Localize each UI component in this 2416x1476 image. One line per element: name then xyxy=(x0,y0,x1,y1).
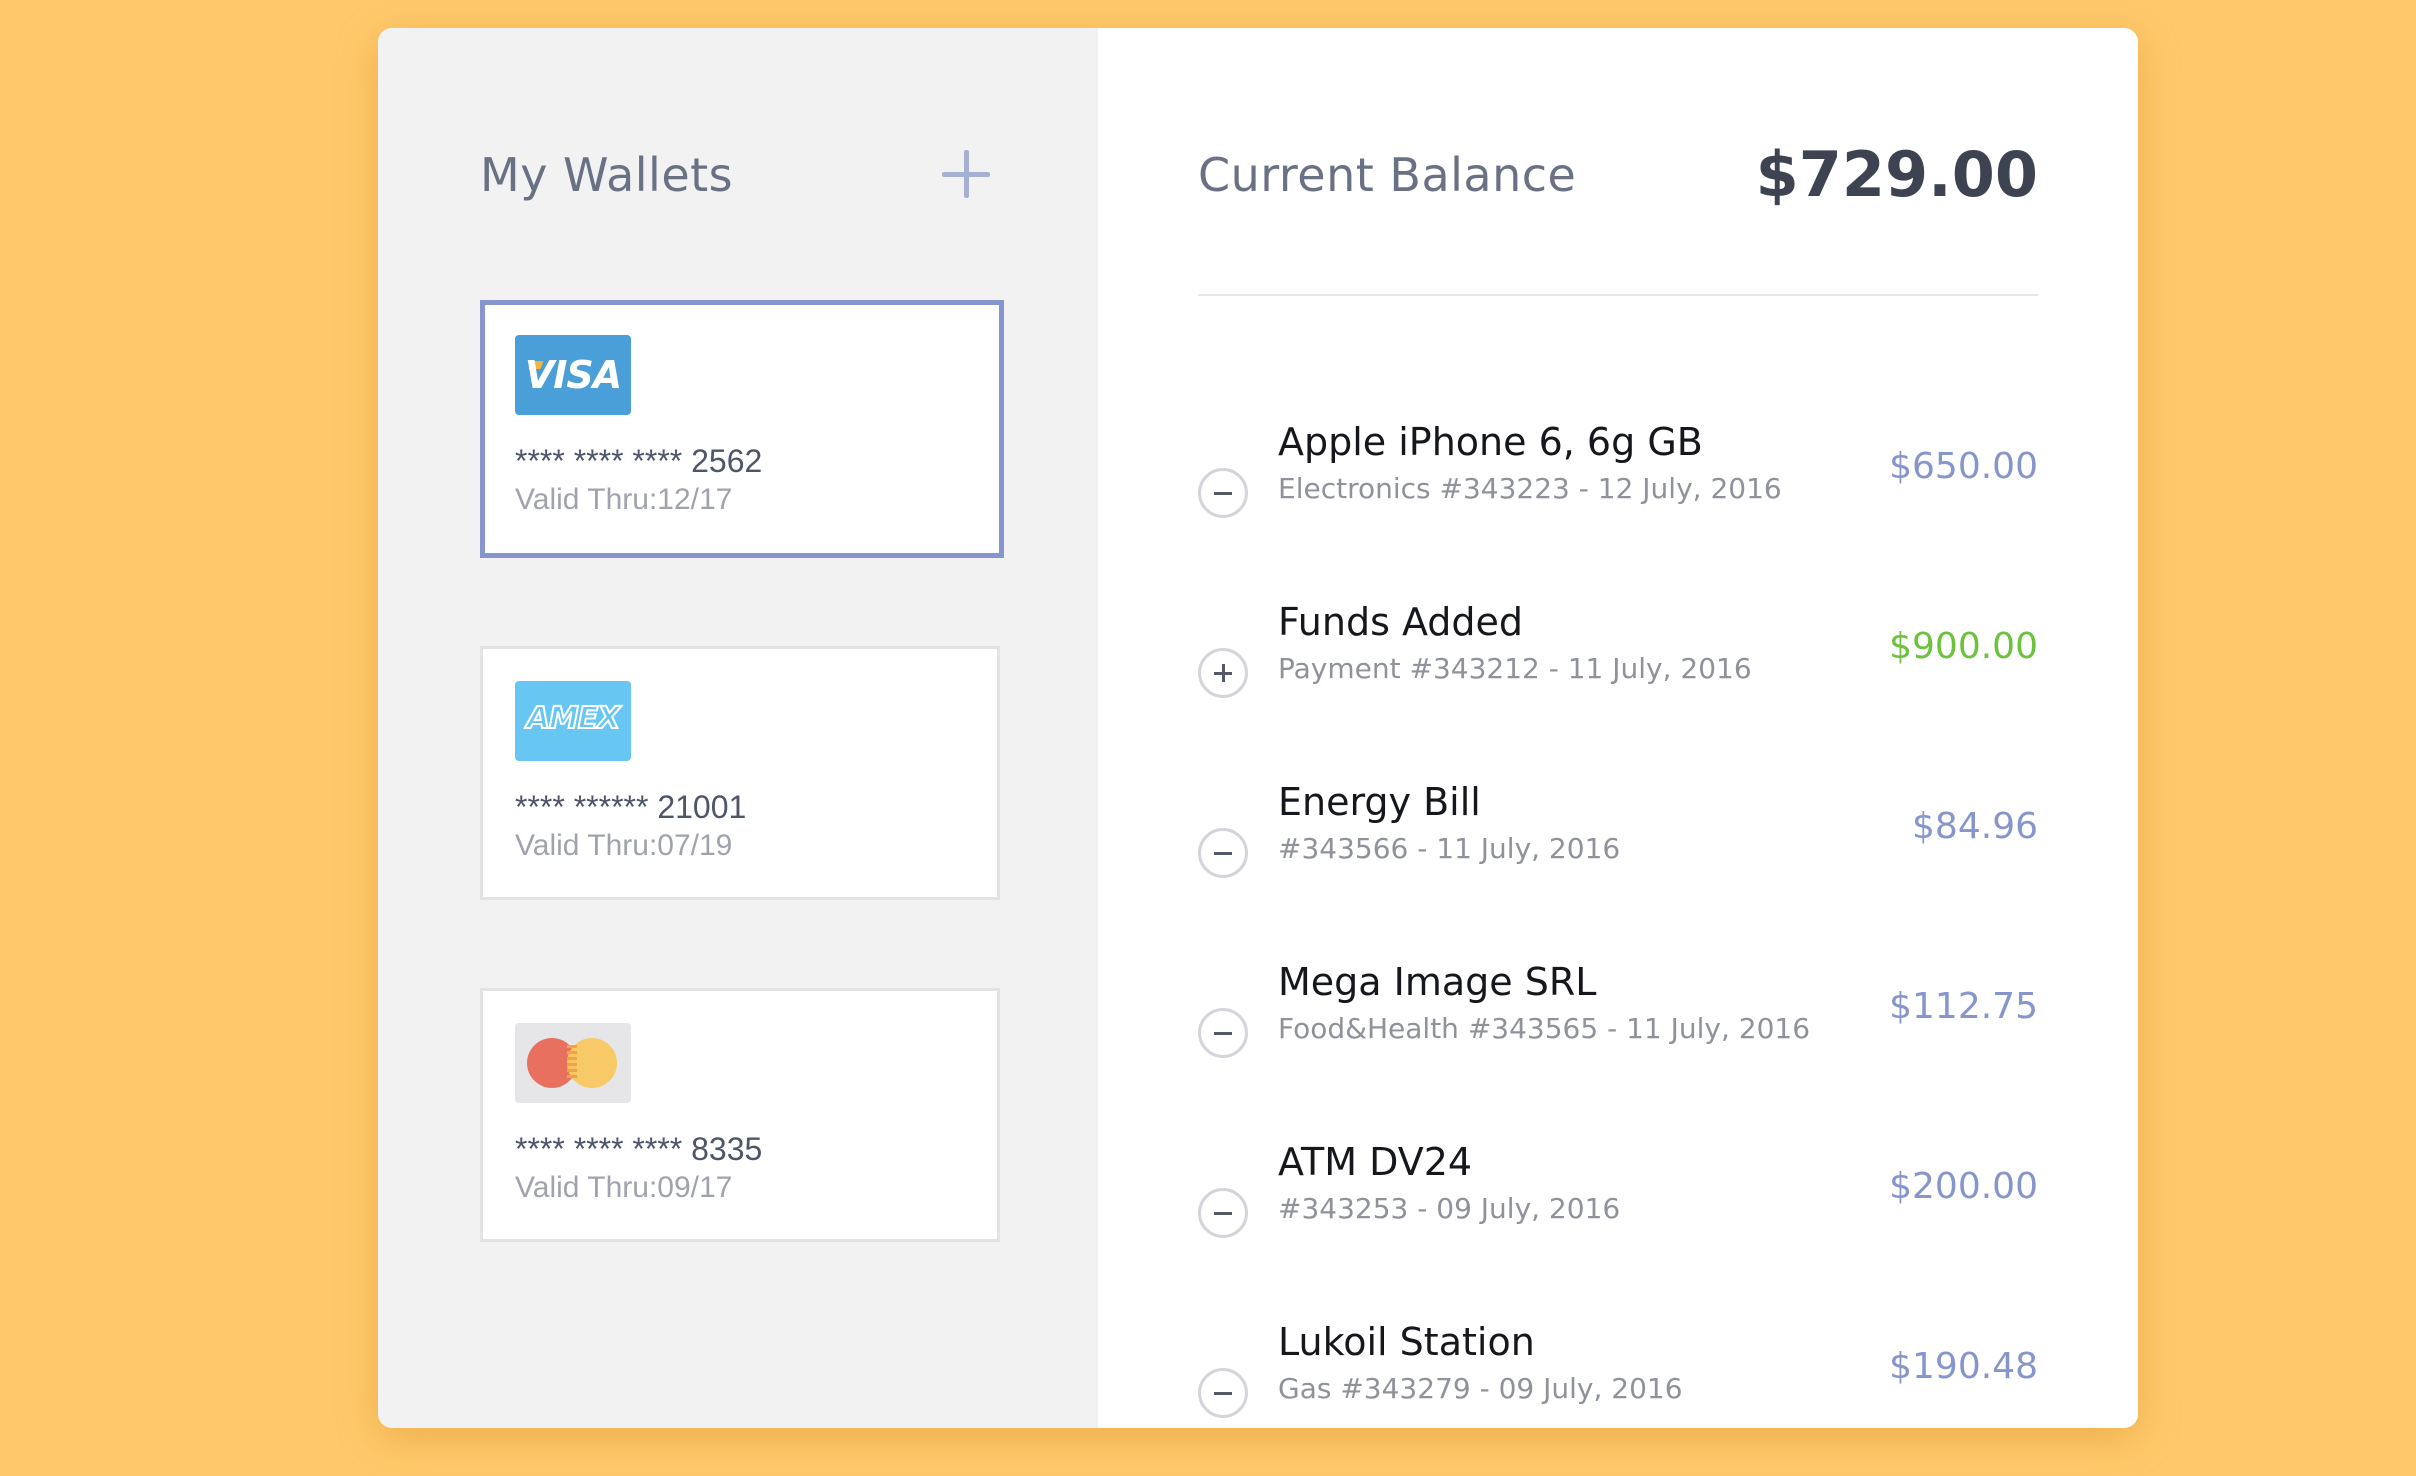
transaction-row[interactable]: Mega Image SRL Food&Health #343565 - 11 … xyxy=(1198,960,2038,1106)
balance-value: $729.00 xyxy=(1755,138,2038,211)
balance-panel: Current Balance $729.00 Apple iPhone 6, … xyxy=(1098,28,2138,1428)
wallet-card-visa[interactable]: VISA **** **** **** 2562 Valid Thru:12/1… xyxy=(480,300,1004,558)
transaction-row[interactable]: ATM DV24 #343253 - 09 July, 2016 $200.00 xyxy=(1198,1140,2038,1286)
minus-icon[interactable] xyxy=(1198,828,1248,878)
wallets-panel: My Wallets VISA **** **** **** 2562 Vali… xyxy=(378,28,1098,1428)
transaction-amount: $200.00 xyxy=(1889,1166,2038,1207)
wallets-title: My Wallets xyxy=(480,148,734,202)
transaction-title: Lukoil Station xyxy=(1278,1320,1535,1364)
minus-icon[interactable] xyxy=(1198,1188,1248,1238)
wallet-card-mastercard[interactable]: **** **** **** 8335 Valid Thru:09/17 xyxy=(480,988,1000,1242)
transaction-row[interactable]: Energy Bill #343566 - 11 July, 2016 $84.… xyxy=(1198,780,2038,926)
minus-icon[interactable] xyxy=(1198,468,1248,518)
balance-label: Current Balance xyxy=(1198,148,1577,202)
card-valid-thru: Valid Thru:12/17 xyxy=(515,483,733,516)
transaction-meta: Gas #343279 - 09 July, 2016 xyxy=(1278,1372,1683,1405)
transaction-meta: Payment #343212 - 11 July, 2016 xyxy=(1278,652,1752,685)
amex-logo-text: AMEX xyxy=(526,700,622,737)
add-wallet-plus-icon[interactable] xyxy=(938,146,994,202)
wallet-card-amex[interactable]: AMEX **** ****** 21001 Valid Thru:07/19 xyxy=(480,646,1000,900)
transaction-title: ATM DV24 xyxy=(1278,1140,1473,1184)
transaction-amount: $84.96 xyxy=(1912,806,2038,847)
card-valid-thru: Valid Thru:07/19 xyxy=(515,829,733,862)
transaction-meta: #343566 - 11 July, 2016 xyxy=(1278,832,1621,865)
card-number: **** **** **** 2562 xyxy=(515,443,763,479)
transaction-amount: $112.75 xyxy=(1889,986,2038,1027)
card-number: **** ****** 21001 xyxy=(515,789,747,825)
transaction-row[interactable]: Apple iPhone 6, 6g GB Electronics #34322… xyxy=(1198,420,2038,566)
visa-logo-text: VISA xyxy=(524,353,622,397)
transaction-title: Apple iPhone 6, 6g GB xyxy=(1278,420,1703,464)
visa-logo: VISA xyxy=(515,335,631,415)
transaction-title: Funds Added xyxy=(1278,600,1524,644)
card-number: **** **** **** 8335 xyxy=(515,1131,763,1167)
transaction-amount: $190.48 xyxy=(1889,1346,2038,1387)
wallet-app: My Wallets VISA **** **** **** 2562 Vali… xyxy=(378,28,2138,1428)
plus-icon[interactable] xyxy=(1198,648,1248,698)
divider xyxy=(1198,294,2038,296)
transaction-row[interactable]: Funds Added Payment #343212 - 11 July, 2… xyxy=(1198,600,2038,746)
transaction-amount: $900.00 xyxy=(1889,626,2038,667)
mastercard-logo xyxy=(515,1023,631,1103)
minus-icon[interactable] xyxy=(1198,1368,1248,1418)
transaction-amount: $650.00 xyxy=(1889,446,2038,487)
transaction-title: Energy Bill xyxy=(1278,780,1481,824)
amex-logo: AMEX xyxy=(515,681,631,761)
minus-icon[interactable] xyxy=(1198,1008,1248,1058)
transaction-title: Mega Image SRL xyxy=(1278,960,1597,1004)
transaction-meta: Food&Health #343565 - 11 July, 2016 xyxy=(1278,1012,1811,1045)
card-valid-thru: Valid Thru:09/17 xyxy=(515,1171,733,1204)
transaction-row[interactable]: Lukoil Station Gas #343279 - 09 July, 20… xyxy=(1198,1320,2038,1428)
transaction-meta: #343253 - 09 July, 2016 xyxy=(1278,1192,1621,1225)
transaction-meta: Electronics #343223 - 12 July, 2016 xyxy=(1278,472,1782,505)
